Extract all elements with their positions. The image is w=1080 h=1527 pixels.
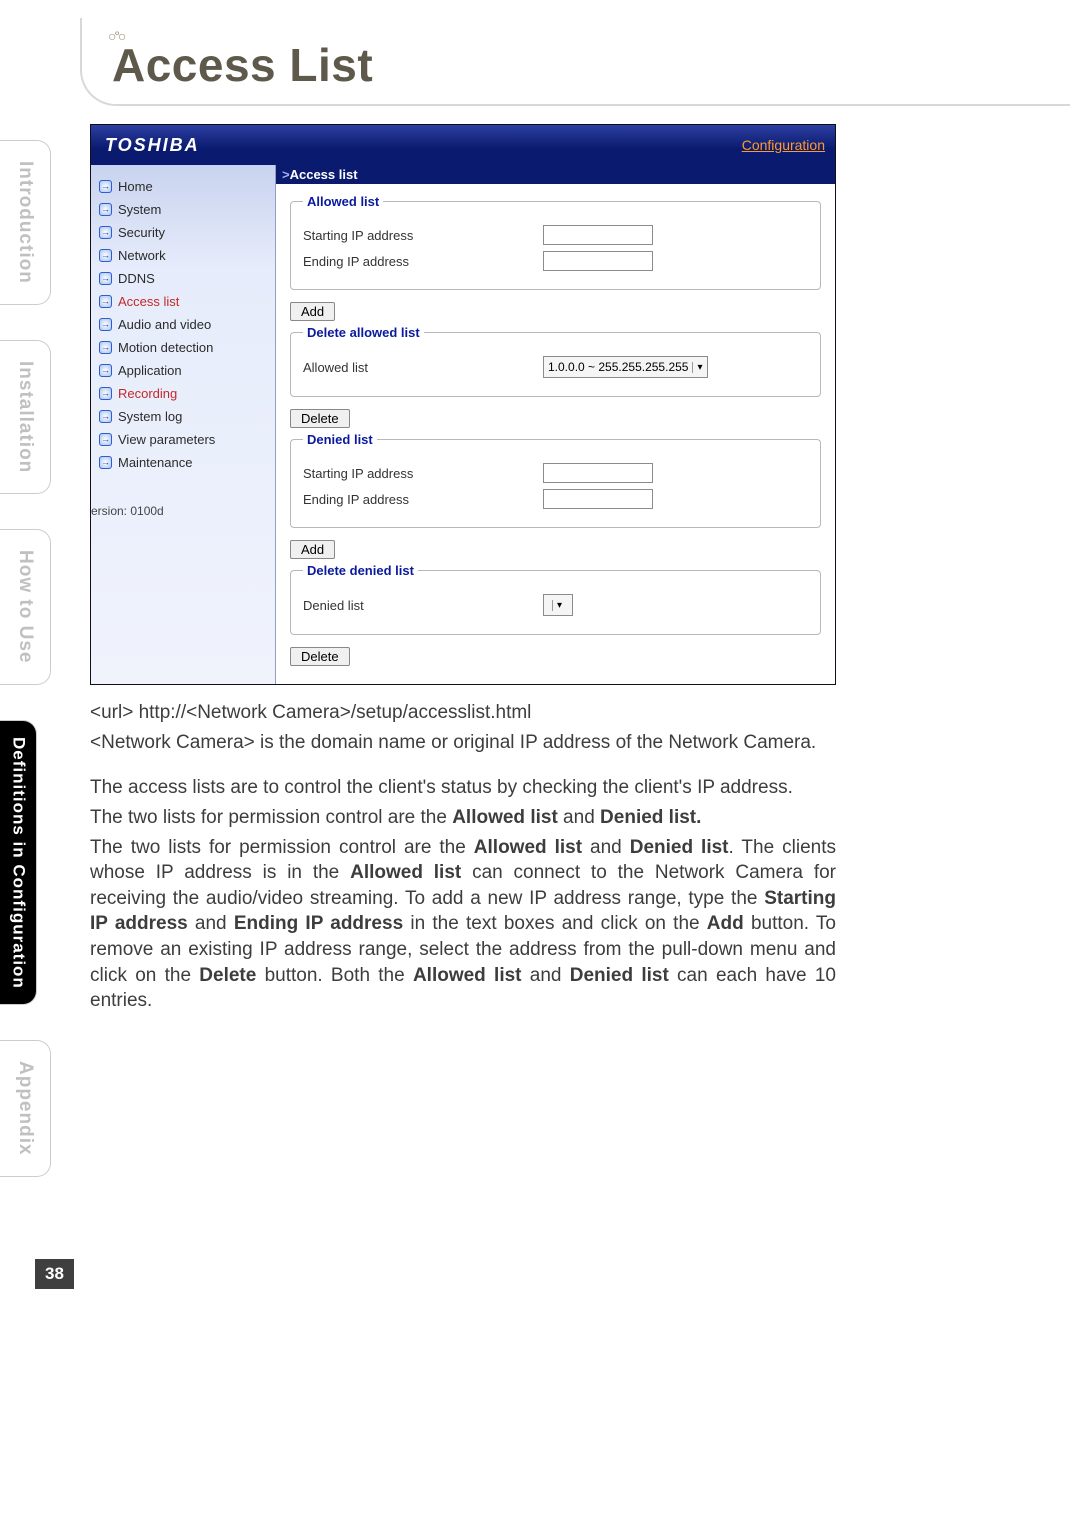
paragraph-3: The two lists for permission control are… [90, 835, 836, 1014]
content-column: >Access list Allowed list Starting IP ad… [276, 165, 835, 684]
body-text: <url> http://<Network Camera>/setup/acce… [90, 700, 836, 1018]
allowed-start-ip-input[interactable] [543, 225, 653, 245]
denied-add-button[interactable]: Add [290, 540, 335, 559]
arrow-icon [99, 295, 112, 308]
allowed-delete-button[interactable]: Delete [290, 409, 350, 428]
denied-list-label: Denied list [303, 598, 543, 613]
nav-maintenance[interactable]: Maintenance [97, 451, 269, 474]
allowed-list-fieldset: Allowed list Starting IP address Ending … [290, 194, 821, 290]
paragraph-1: The access lists are to control the clie… [90, 775, 836, 801]
breadcrumb-text: Access list [290, 167, 358, 182]
start-ip-label: Starting IP address [303, 228, 543, 243]
chevron-down-icon: ▾ [692, 362, 702, 373]
arrow-icon [99, 341, 112, 354]
arrow-icon [99, 180, 112, 193]
nav-system-log[interactable]: System log [97, 405, 269, 428]
denied-start-ip-input[interactable] [543, 463, 653, 483]
nav-home[interactable]: Home [97, 175, 269, 198]
tab-introduction[interactable]: Introduction [0, 140, 51, 305]
allowed-list-select[interactable]: 1.0.0.0 ~ 255.255.255.255 ▾ [543, 356, 708, 378]
page-title: Access List [112, 38, 1070, 92]
delete-allowed-fieldset: Delete allowed list Allowed list 1.0.0.0… [290, 325, 821, 397]
nav-label: Home [118, 179, 153, 194]
allowed-add-button[interactable]: Add [290, 302, 335, 321]
nav-motion-detection[interactable]: Motion detection [97, 336, 269, 359]
nav-label: Audio and video [118, 317, 211, 332]
nav-security[interactable]: Security [97, 221, 269, 244]
title-area: ○ ° ○ Access List [80, 18, 1070, 106]
arrow-icon [99, 364, 112, 377]
denied-list-select[interactable]: ▾ [543, 594, 573, 616]
arrow-icon [99, 433, 112, 446]
nav-label: Motion detection [118, 340, 213, 355]
nav-network[interactable]: Network [97, 244, 269, 267]
breadcrumb-bar: >Access list [276, 165, 835, 184]
tab-definitions-in-configuration[interactable]: Definitions in Configuration [0, 720, 37, 1006]
nav-label: Access list [118, 294, 179, 309]
nav-application[interactable]: Application [97, 359, 269, 382]
arrow-icon [99, 226, 112, 239]
paragraph-2: The two lists for permission control are… [90, 805, 836, 831]
nav-system[interactable]: System [97, 198, 269, 221]
nav-view-parameters[interactable]: View parameters [97, 428, 269, 451]
nav-label: Network [118, 248, 166, 263]
nav-label: Maintenance [118, 455, 192, 470]
arrow-icon [99, 203, 112, 216]
nav-access-list[interactable]: Access list [97, 290, 269, 313]
page-number: 38 [35, 1259, 74, 1289]
chevron-down-icon: ▾ [552, 600, 562, 611]
url-line: <url> http://<Network Camera>/setup/acce… [90, 700, 836, 726]
denied-end-ip-input[interactable] [543, 489, 653, 509]
allowed-legend: Allowed list [303, 194, 383, 209]
chevron-icon: > [282, 167, 290, 182]
tab-appendix[interactable]: Appendix [0, 1040, 51, 1177]
arrow-icon [99, 249, 112, 262]
denied-list-fieldset: Denied list Starting IP address Ending I… [290, 432, 821, 528]
nav-audio-video[interactable]: Audio and video [97, 313, 269, 336]
delete-denied-fieldset: Delete denied list Denied list ▾ [290, 563, 821, 635]
nav-label: DDNS [118, 271, 155, 286]
url-note: <Network Camera> is the domain name or o… [90, 730, 836, 756]
nav-recording[interactable]: Recording [97, 382, 269, 405]
side-tab-group: Introduction Installation How to Use Def… [0, 140, 70, 1212]
denied-delete-button[interactable]: Delete [290, 647, 350, 666]
nav-label: Security [118, 225, 165, 240]
configuration-link[interactable]: Configuration [742, 137, 825, 153]
version-text: ersion: 0100d [91, 504, 269, 518]
delete-allowed-legend: Delete allowed list [303, 325, 424, 340]
arrow-icon [99, 387, 112, 400]
nav-label: System log [118, 409, 182, 424]
config-panel: TOSHIBA Configuration Home System Securi… [90, 124, 836, 685]
denied-start-ip-label: Starting IP address [303, 466, 543, 481]
nav-label: System [118, 202, 161, 217]
delete-denied-legend: Delete denied list [303, 563, 418, 578]
brand-logo: TOSHIBA [105, 135, 200, 156]
nav-ddns[interactable]: DDNS [97, 267, 269, 290]
panel-header: TOSHIBA Configuration [91, 125, 835, 165]
arrow-icon [99, 410, 112, 423]
denied-legend: Denied list [303, 432, 377, 447]
allowed-end-ip-input[interactable] [543, 251, 653, 271]
nav-label: Application [118, 363, 182, 378]
nav-label: Recording [118, 386, 177, 401]
tab-installation[interactable]: Installation [0, 340, 51, 494]
arrow-icon [99, 456, 112, 469]
arrow-icon [99, 272, 112, 285]
allowed-list-label: Allowed list [303, 360, 543, 375]
nav-label: View parameters [118, 432, 215, 447]
denied-end-ip-label: Ending IP address [303, 492, 543, 507]
select-value: 1.0.0.0 ~ 255.255.255.255 [548, 360, 688, 374]
arrow-icon [99, 318, 112, 331]
nav-sidebar: Home System Security Network DDNS Access… [91, 165, 276, 684]
tab-how-to-use[interactable]: How to Use [0, 529, 51, 684]
end-ip-label: Ending IP address [303, 254, 543, 269]
